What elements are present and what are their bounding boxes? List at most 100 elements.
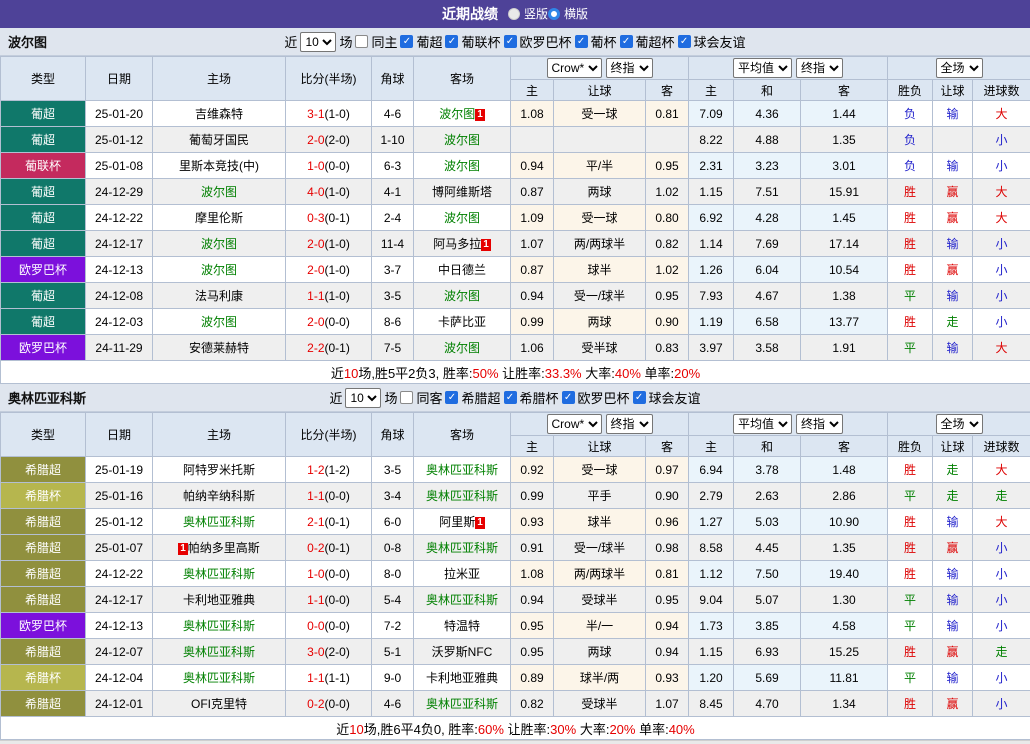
avg-home-odds: 1.26 [689, 257, 734, 283]
result-cell: 胜 [888, 561, 933, 587]
away-team-link[interactable]: 拉米亚 [444, 567, 480, 581]
radio-label: 横版 [564, 5, 588, 22]
odds-stage-select[interactable]: 终指 [606, 414, 653, 434]
handicap-home-odds: 0.94 [511, 153, 554, 179]
league-filter-checkbox[interactable]: ✓ [562, 391, 575, 404]
away-team-link[interactable]: 奥林匹亚科斯 [426, 541, 498, 555]
handicap-home-odds: 0.87 [511, 257, 554, 283]
goals-result-cell: 走 [973, 639, 1030, 665]
league-filter-checkbox[interactable]: ✓ [575, 35, 588, 48]
avg-stage-select[interactable]: 终指 [796, 414, 843, 434]
goals-result-cell: 小 [973, 561, 1030, 587]
corners-cell: 9-0 [372, 665, 414, 691]
league-filter-checkbox[interactable]: ✓ [678, 35, 691, 48]
away-team-link[interactable]: 阿里斯 [439, 515, 475, 529]
home-team-link[interactable]: 奥林匹亚科斯 [183, 619, 255, 633]
match-count-select[interactable]: 10 [300, 32, 336, 52]
away-team-link[interactable]: 沃罗斯NFC [432, 645, 493, 659]
layout-radio-vertical[interactable]: 竖版 [508, 5, 548, 22]
home-team-link[interactable]: 法马利康 [195, 289, 243, 303]
league-filter-checkbox[interactable]: ✓ [633, 391, 646, 404]
home-team-link[interactable]: 波尔图 [201, 315, 237, 329]
scope-select[interactable]: 全场 [936, 414, 983, 434]
handicap-result-cell: 输 [933, 153, 973, 179]
odds-source-select[interactable]: Crow* [547, 58, 602, 78]
league-badge: 葡超 [1, 179, 86, 205]
home-team-link[interactable]: 阿特罗米托斯 [183, 463, 255, 477]
home-team-link[interactable]: 奥林匹亚科斯 [183, 645, 255, 659]
handicap-result-cell: 赢 [933, 691, 973, 717]
avg-source-select[interactable]: 平均值 [733, 414, 792, 434]
home-team-link[interactable]: 波尔图 [201, 185, 237, 199]
result-cell: 负 [888, 127, 933, 153]
home-team-cell: 波尔图 [153, 309, 286, 335]
home-team-link[interactable]: 奥林匹亚科斯 [183, 515, 255, 529]
league-filter-checkbox[interactable]: ✓ [445, 35, 458, 48]
avg-source-select[interactable]: 平均值 [733, 58, 792, 78]
league-filter-checkbox[interactable]: ✓ [620, 35, 633, 48]
league-filter-checkbox[interactable]: ✓ [504, 35, 517, 48]
score-cell: 1-1(0-0) [286, 483, 372, 509]
away-team-cell: 沃罗斯NFC [414, 639, 511, 665]
league-filter-checkbox[interactable]: ✓ [504, 391, 517, 404]
away-team-link[interactable]: 奥林匹亚科斯 [426, 463, 498, 477]
league-filter-checkbox[interactable]: ✓ [400, 35, 413, 48]
away-team-link[interactable]: 特温特 [444, 619, 480, 633]
scope-select[interactable]: 全场 [936, 58, 983, 78]
handicap-away-odds: 1.02 [646, 257, 689, 283]
home-team-cell: 波尔图 [153, 231, 286, 257]
handicap-home-odds: 1.09 [511, 205, 554, 231]
handicap-line: 两球 [554, 179, 646, 205]
handicap-result-cell [933, 127, 973, 153]
score-cell: 1-1(1-1) [286, 665, 372, 691]
home-team-link[interactable]: 葡萄牙国民 [189, 133, 249, 147]
away-team-link[interactable]: 波尔图 [444, 159, 480, 173]
match-count-select[interactable]: 10 [345, 388, 381, 408]
away-team-link[interactable]: 中日德兰 [438, 263, 486, 277]
avg-stage-select[interactable]: 终指 [796, 58, 843, 78]
away-team-link[interactable]: 奥林匹亚科斯 [426, 697, 498, 711]
home-team-link[interactable]: 帕纳多里高斯 [188, 541, 260, 555]
home-team-link[interactable]: 吉维森特 [195, 107, 243, 121]
away-team-link[interactable]: 博阿维斯塔 [432, 185, 492, 199]
home-team-link[interactable]: 奥林匹亚科斯 [183, 671, 255, 685]
avg-draw-odds: 7.51 [734, 179, 801, 205]
league-filter-checkbox[interactable]: ✓ [445, 391, 458, 404]
away-team-link[interactable]: 卡萨比亚 [438, 315, 486, 329]
away-team-link[interactable]: 奥林匹亚科斯 [426, 489, 498, 503]
home-team-link[interactable]: 安德莱赫特 [189, 341, 249, 355]
away-team-link[interactable]: 波尔图 [439, 107, 475, 121]
avg-home-odds: 6.92 [689, 205, 734, 231]
home-team-link[interactable]: 波尔图 [201, 237, 237, 251]
away-team-link[interactable]: 波尔图 [444, 341, 480, 355]
home-team-link[interactable]: 里斯本竞技(中) [179, 159, 259, 173]
radio-checked-icon[interactable] [548, 8, 560, 20]
home-team-link[interactable]: 摩里伦斯 [195, 211, 243, 225]
away-team-link[interactable]: 卡利地亚雅典 [426, 671, 498, 685]
avg-draw-odds: 7.69 [734, 231, 801, 257]
home-team-link[interactable]: 波尔图 [201, 263, 237, 277]
away-team-link[interactable]: 阿马多拉 [433, 237, 481, 251]
away-team-link[interactable]: 奥林匹亚科斯 [426, 593, 498, 607]
odds-stage-select[interactable]: 终指 [606, 58, 653, 78]
away-team-link[interactable]: 波尔图 [444, 133, 480, 147]
home-team-link[interactable]: 卡利地亚雅典 [183, 593, 255, 607]
radio-unchecked-icon[interactable] [508, 8, 520, 20]
handicap-away-odds: 0.82 [646, 231, 689, 257]
home-team-link[interactable]: 奥林匹亚科斯 [183, 567, 255, 581]
avg-draw-odds: 3.23 [734, 153, 801, 179]
home-team-link[interactable]: OFI克里特 [191, 697, 247, 711]
corners-cell: 5-1 [372, 639, 414, 665]
odds-source-select[interactable]: Crow* [547, 414, 602, 434]
layout-radio-horizontal[interactable]: 横版 [548, 5, 588, 22]
result-cell: 胜 [888, 691, 933, 717]
score-cell: 2-0(1-0) [286, 257, 372, 283]
home-team-cell: 卡利地亚雅典 [153, 587, 286, 613]
same-venue-checkbox[interactable] [355, 35, 368, 48]
away-team-link[interactable]: 波尔图 [444, 289, 480, 303]
match-date: 24-12-13 [86, 613, 153, 639]
away-team-link[interactable]: 波尔图 [444, 211, 480, 225]
home-team-link[interactable]: 帕纳辛纳科斯 [183, 489, 255, 503]
same-venue-checkbox[interactable] [400, 391, 413, 404]
score-cell: 0-2(0-0) [286, 691, 372, 717]
